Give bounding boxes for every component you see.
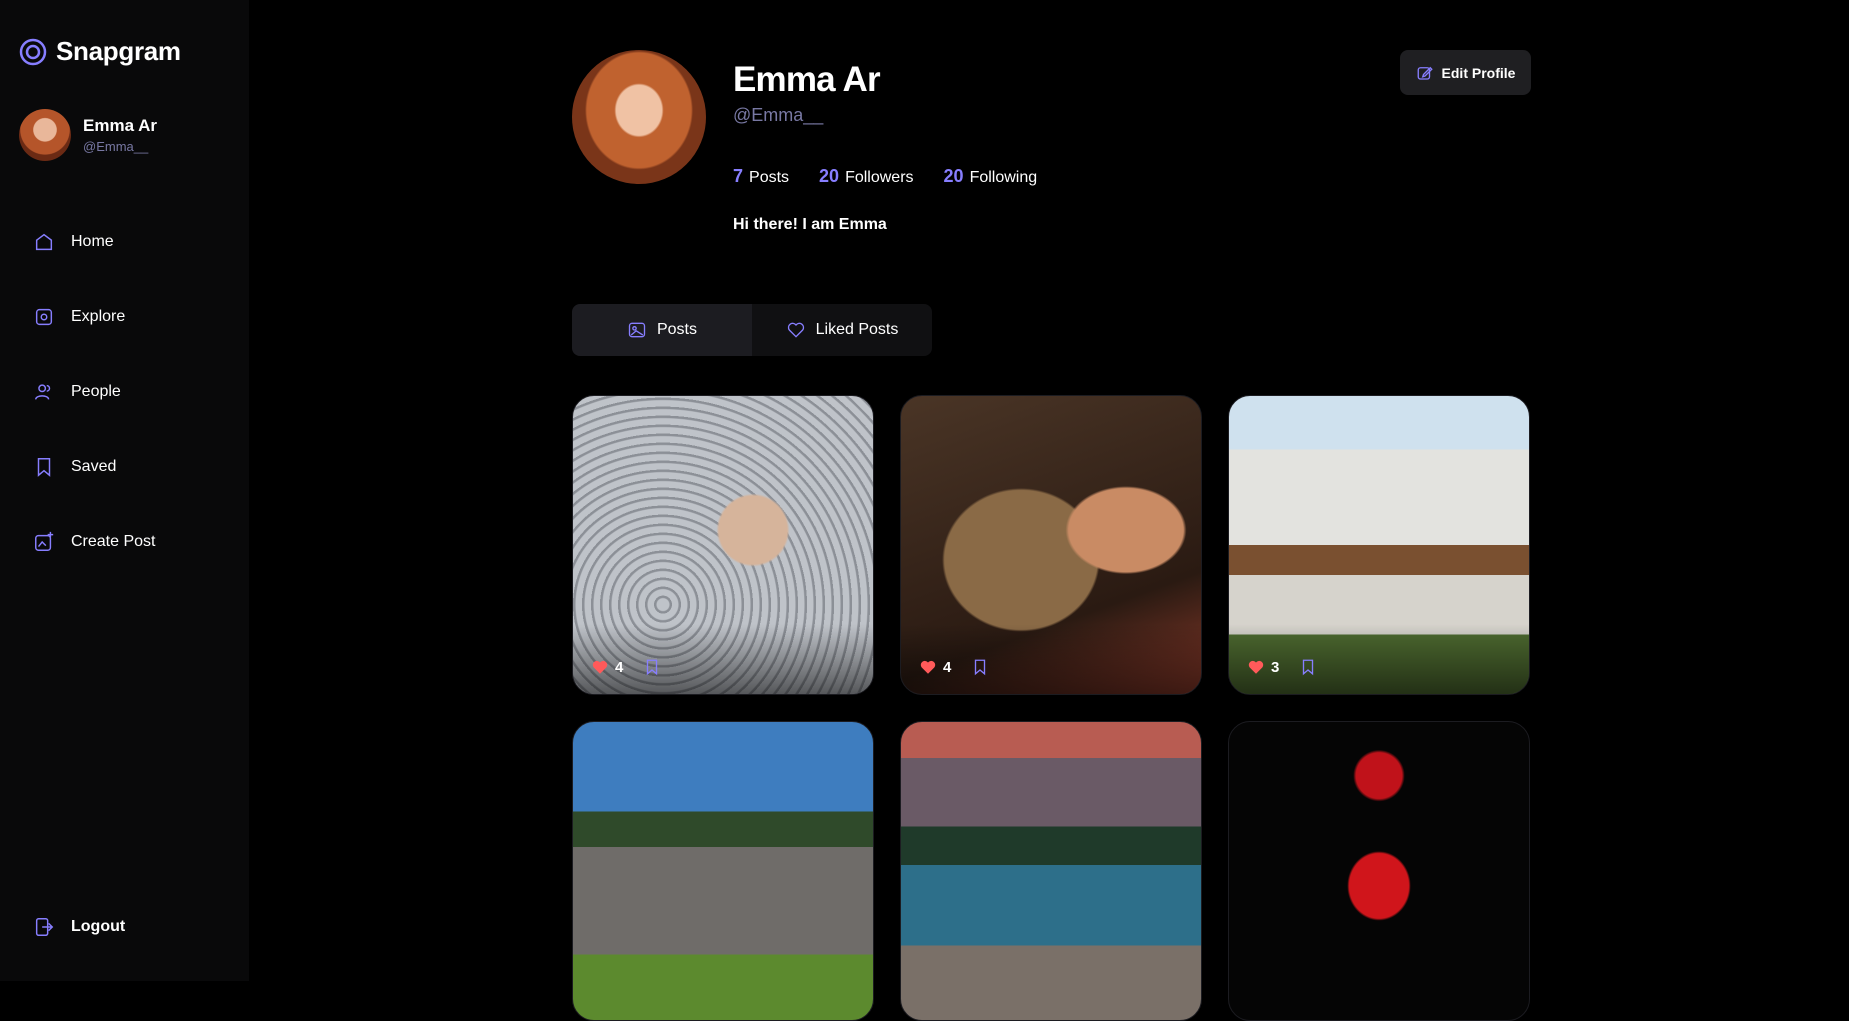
like-button[interactable]: 4 <box>919 658 951 676</box>
profile-page: Emma Ar @Emma__ 7 Posts 20 Followers 20 Fol… <box>249 0 1849 1021</box>
sidebar-item-create-post[interactable]: Create Post <box>0 504 249 579</box>
save-post-icon[interactable] <box>643 658 661 676</box>
avatar <box>19 109 71 161</box>
heart-icon <box>787 322 804 338</box>
stat-posts: 7 Posts <box>733 166 789 187</box>
heart-filled-icon <box>920 660 936 674</box>
sidebar-nav: Home Explore People Saved Create Post <box>0 204 249 579</box>
sidebar-item-people[interactable]: People <box>0 354 249 429</box>
like-count: 4 <box>615 658 624 676</box>
current-user-card[interactable]: Emma Ar @Emma__ <box>19 109 157 161</box>
stat-following-count: 20 <box>943 166 964 186</box>
sidebar: Snapgram Emma Ar @Emma__ Home Explore Pe… <box>0 0 249 981</box>
tab-liked-posts[interactable]: Liked Posts <box>752 304 932 356</box>
profile-avatar <box>572 50 706 184</box>
stat-followers-label: Followers <box>845 169 914 186</box>
save-post-icon[interactable] <box>971 658 989 676</box>
bookmark-icon <box>37 457 51 477</box>
create-post-icon <box>35 531 54 551</box>
save-post-icon[interactable] <box>1299 658 1317 676</box>
app-name: Snapgram <box>56 36 181 66</box>
profile-name: Emma Ar <box>733 60 881 99</box>
heart-filled-icon <box>1248 660 1264 674</box>
like-button[interactable]: 4 <box>591 658 623 676</box>
stat-posts-label: Posts <box>749 169 790 186</box>
post-card-girl-cat[interactable]: 4 <box>900 395 1202 695</box>
post-actions: 4 <box>901 624 1201 694</box>
heart-filled-icon <box>592 660 608 674</box>
stat-followers-count: 20 <box>819 166 840 186</box>
post-card-chess-bishop[interactable] <box>1228 721 1530 1021</box>
tab-label: Posts <box>656 321 697 338</box>
sidebar-item-home[interactable]: Home <box>0 204 249 279</box>
logout-icon <box>35 918 54 936</box>
post-card-modern-house[interactable]: 3 <box>1228 395 1530 695</box>
home-icon <box>35 233 53 250</box>
stat-posts-count: 7 <box>733 166 744 186</box>
people-icon <box>35 383 51 400</box>
stat-following-label: Following <box>969 169 1038 186</box>
post-card-mountain-lake[interactable] <box>900 721 1202 1021</box>
edit-icon <box>1417 66 1433 80</box>
like-count: 4 <box>943 658 952 676</box>
app-logo[interactable]: Snapgram <box>18 36 181 67</box>
posts-icon <box>628 322 646 338</box>
profile-stats: 7 Posts 20 Followers 20 Following <box>733 166 1037 187</box>
sidebar-item-saved[interactable]: Saved <box>0 429 249 504</box>
sidebar-item-label: Saved <box>71 457 117 475</box>
profile-tabs: Posts Liked Posts <box>572 304 932 356</box>
profile-bio: Hi there! I am Emma <box>733 216 887 233</box>
posts-grid: 4 4 3 <box>572 395 1530 1021</box>
sidebar-item-explore[interactable]: Explore <box>0 279 249 354</box>
post-card-stone-house[interactable] <box>572 721 874 1021</box>
post-card-cat-pavement[interactable]: 4 <box>572 395 874 695</box>
sidebar-item-label: People <box>71 382 121 400</box>
logout-label: Logout <box>71 918 126 935</box>
edit-profile-label: Edit Profile <box>1441 64 1516 81</box>
stat-following[interactable]: 20 Following <box>944 166 1038 187</box>
like-button[interactable]: 3 <box>1247 658 1279 676</box>
sidebar-item-label: Create Post <box>71 532 156 550</box>
edit-profile-button[interactable]: Edit Profile <box>1400 50 1531 95</box>
explore-icon <box>35 308 53 325</box>
like-count: 3 <box>1271 658 1280 676</box>
tab-label: Liked Posts <box>815 321 899 338</box>
current-user-handle: @Emma__ <box>83 139 149 154</box>
profile-handle: @Emma__ <box>733 105 824 125</box>
tab-posts[interactable]: Posts <box>572 304 752 356</box>
current-user-name: Emma Ar <box>83 116 158 135</box>
sidebar-item-label: Home <box>71 232 114 250</box>
logout-button[interactable]: Logout <box>33 916 125 938</box>
post-actions: 3 <box>1229 624 1529 694</box>
logo-icon <box>19 38 47 65</box>
sidebar-item-label: Explore <box>71 307 126 325</box>
stat-followers[interactable]: 20 Followers <box>819 166 914 187</box>
post-actions: 4 <box>573 624 873 694</box>
